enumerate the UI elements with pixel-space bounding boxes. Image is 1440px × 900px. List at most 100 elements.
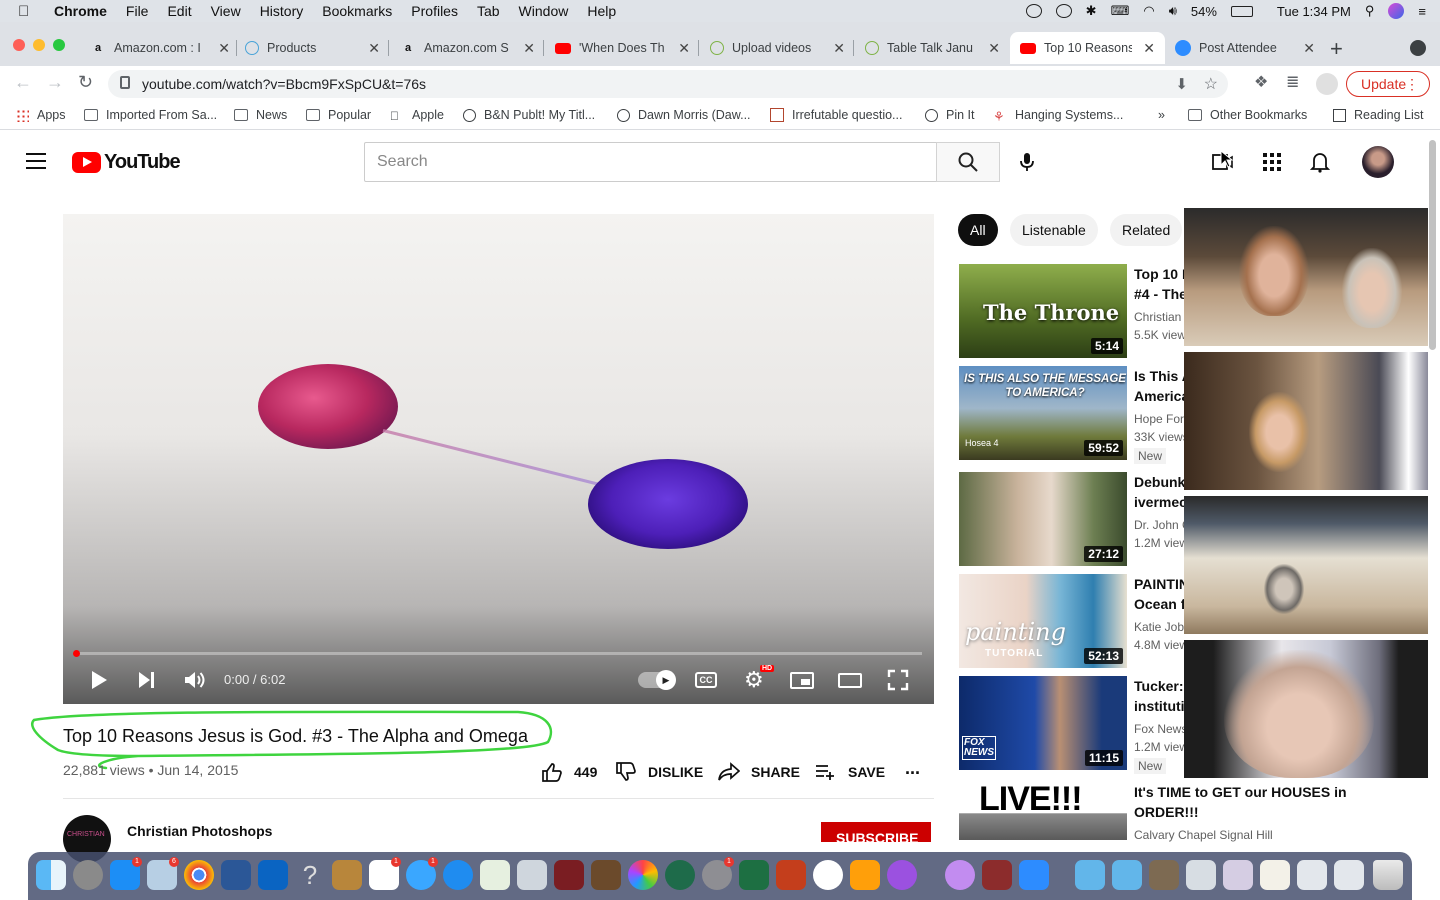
video-channel[interactable]: Katie Job (1134, 620, 1184, 634)
install-app-icon[interactable]: ⬇ (1175, 75, 1188, 93)
reload-button[interactable]: ↻ (78, 72, 93, 93)
tab-amazon-2[interactable]: a Amazon.com S ✕ (400, 34, 535, 62)
microphone-icon[interactable] (1016, 151, 1038, 173)
excel-icon[interactable] (739, 860, 769, 890)
zoom-participant-video[interactable] (1184, 208, 1428, 346)
back-button[interactable]: ← (14, 72, 32, 93)
chip-all[interactable]: All (958, 214, 998, 246)
powerpoint-icon[interactable] (776, 860, 806, 890)
news-icon[interactable] (813, 860, 843, 890)
video-title-line[interactable]: ivermec (1134, 492, 1184, 512)
autoplay-toggle[interactable]: ▶ (638, 670, 676, 690)
keyboard-icon[interactable]: ⌨ (1111, 3, 1130, 19)
bookmark-news[interactable]: News (234, 108, 287, 122)
reading-list-button[interactable]: Reading List (1333, 108, 1424, 122)
video-title-line[interactable]: It's TIME to GET our HOUSES in (1134, 782, 1354, 802)
window-close-button[interactable] (13, 39, 25, 51)
bookmark-other[interactable]: Other Bookmarks (1188, 108, 1307, 122)
menu-history[interactable]: History (260, 3, 304, 19)
launchpad-icon[interactable] (73, 860, 103, 890)
window-zoom-button[interactable] (53, 39, 65, 51)
search-input[interactable]: Search (364, 142, 937, 182)
quicktime-icon[interactable] (945, 860, 975, 890)
play-icon[interactable] (89, 669, 109, 691)
video-channel[interactable]: Christian (1134, 310, 1184, 324)
folder-dock-icon[interactable] (1075, 860, 1105, 890)
video-player[interactable]: 0:00 / 6:02 ▶ CC ⚙ HD (63, 214, 934, 704)
close-tab-icon[interactable]: ✕ (1143, 40, 1155, 57)
garageband-icon[interactable] (591, 860, 621, 890)
clock[interactable]: Tue 1:34 PM (1277, 4, 1351, 19)
address-bar[interactable]: youtube.com/watch?v=Bbcm9FxSpCU&t=76s ⬇ … (108, 70, 1228, 98)
apps-grid-icon[interactable] (1263, 153, 1281, 171)
bookmarks-overflow-button[interactable]: » (1158, 108, 1165, 122)
video-thumbnail[interactable]: FOX NEWS 11:15 (959, 676, 1127, 770)
new-tab-button[interactable]: + (1330, 36, 1343, 62)
dislike-button[interactable]: DISLIKE (615, 762, 703, 782)
video-thumbnail[interactable]: The Throne 5:14 (959, 264, 1127, 358)
video-title-line[interactable]: Is This A (1134, 366, 1184, 386)
zoom-app-icon[interactable] (1019, 860, 1049, 890)
tab-table-talk[interactable]: Table Talk Janu ✕ (865, 34, 1000, 62)
screenshot-stack-icon[interactable] (1260, 860, 1290, 890)
bookmark-star-icon[interactable]: ☆ (1204, 74, 1218, 94)
search-button[interactable] (936, 142, 1000, 182)
menu-tab[interactable]: Tab (477, 3, 500, 19)
video-title-line[interactable]: Ocean fo (1134, 594, 1184, 614)
close-tab-icon[interactable]: ✕ (218, 40, 230, 57)
bookmark-pin-it[interactable]: Pin It (925, 108, 975, 122)
video-title-line[interactable]: Top 10 R (1134, 264, 1184, 284)
books-icon[interactable] (850, 860, 880, 890)
video-title-line[interactable]: institutio (1134, 696, 1184, 716)
bookmark-popular[interactable]: Popular (306, 108, 371, 122)
account-avatar[interactable] (1362, 146, 1394, 178)
subscribe-button[interactable]: SUBSCRIBE (821, 822, 931, 842)
fullscreen-icon[interactable] (887, 669, 909, 691)
video-channel[interactable]: Calvary Chapel Signal Hill (1134, 828, 1334, 842)
battery-icon[interactable] (1230, 5, 1253, 17)
settings-gear-icon[interactable]: ⚙ (744, 669, 764, 691)
volume-icon[interactable]: 🔊︎ (1169, 3, 1177, 19)
video-title-line[interactable]: PAINTIN (1134, 574, 1184, 594)
next-video-icon[interactable] (137, 669, 157, 691)
youtube-logo[interactable]: YouTube (72, 151, 181, 174)
bookmark-bn[interactable]: B&N Publt! My Titl... (463, 108, 595, 122)
zoom-participant-video[interactable] (1184, 352, 1428, 490)
update-button[interactable]: Update ⋮ (1346, 71, 1430, 97)
chip-related[interactable]: Related (1110, 214, 1183, 246)
bookmark-irrefutable[interactable]: Irrefutable questio... (770, 108, 902, 122)
video-title-line[interactable]: #4 - The (1134, 284, 1184, 304)
video-title-line[interactable]: Debunki (1134, 472, 1184, 492)
profile-avatar[interactable] (1316, 73, 1338, 95)
menu-view[interactable]: View (211, 3, 241, 19)
tab-amazon-1[interactable]: a Amazon.com : I ✕ (90, 34, 230, 62)
progress-bar[interactable] (75, 652, 922, 655)
share-button[interactable]: SHARE (718, 762, 800, 782)
video-title-line[interactable]: America (1134, 386, 1184, 406)
tab-search-button[interactable] (1410, 40, 1426, 56)
outlook-icon[interactable] (258, 860, 288, 890)
tab-youtube-when[interactable]: 'When Does Th ✕ (555, 34, 690, 62)
video-thumbnail[interactable]: LIVE!!! (959, 780, 1127, 840)
video-title-line[interactable]: Tucker: (1134, 676, 1184, 696)
more-actions-icon[interactable]: ... (905, 758, 920, 779)
close-tab-icon[interactable]: ✕ (833, 40, 845, 57)
captions-cc-icon[interactable]: CC (695, 672, 717, 688)
tab-top-10-reasons-active[interactable]: Top 10 Reasons ✕ (1010, 32, 1165, 64)
progress-scrubber[interactable] (73, 650, 80, 657)
channel-name[interactable]: Christian Photoshops (127, 823, 272, 839)
time-machine-icon[interactable] (1055, 4, 1072, 18)
theater-mode-icon[interactable] (838, 673, 862, 688)
volume-icon[interactable] (183, 669, 207, 691)
photo-booth-icon[interactable] (554, 860, 584, 890)
like-button[interactable]: 449 (541, 762, 597, 782)
image-stack-icon[interactable] (1149, 860, 1179, 890)
lock-icon[interactable] (120, 76, 130, 89)
wifi-icon[interactable]: ◠ (1143, 3, 1154, 19)
bluetooth-icon[interactable]: ✱ (1086, 3, 1097, 19)
page-scrollbar[interactable] (1429, 140, 1436, 350)
tab-post-attendee[interactable]: Post Attendee ✕ (1175, 34, 1315, 62)
save-button[interactable]: SAVE (815, 762, 885, 782)
menu-edit[interactable]: Edit (167, 3, 191, 19)
menu-help[interactable]: Help (587, 3, 616, 19)
